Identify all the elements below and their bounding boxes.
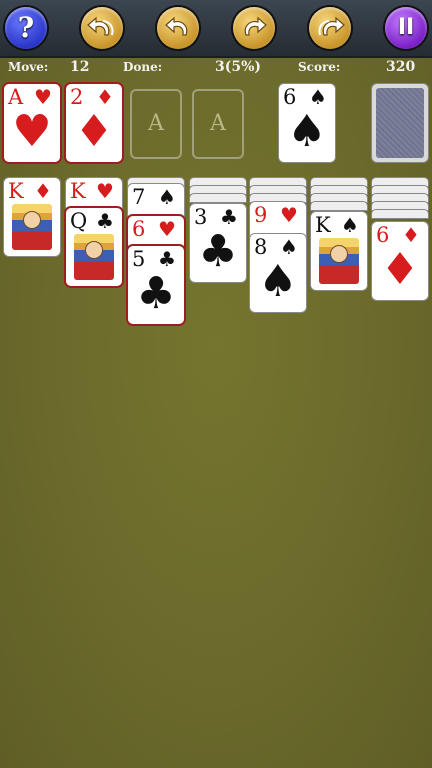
diamond-icon: ♦: [34, 179, 52, 203]
facedown-card-edge: [311, 194, 367, 202]
waste-card[interactable]: 6 ♠ ♠: [279, 84, 335, 162]
spade-icon: ♠: [158, 185, 176, 209]
toolbar: ? II: [0, 0, 432, 58]
double-undo-arrow-icon: [87, 16, 114, 36]
facedown-card-edge: [250, 194, 306, 202]
facedown-card-edge: [372, 202, 428, 210]
score-label: Score:: [298, 60, 341, 74]
heart-icon: ♥: [158, 217, 176, 241]
pause-button[interactable]: II: [385, 7, 427, 49]
card-rank: K: [70, 179, 86, 203]
undo-button[interactable]: [157, 7, 199, 49]
facedown-card-edge: [190, 178, 246, 186]
foundation-placeholder: A: [148, 111, 164, 136]
spade-icon: ♠: [287, 106, 327, 157]
tableau-card[interactable]: 3 ♣ ♣: [190, 204, 246, 282]
undo-arrow-icon: [165, 16, 188, 36]
score-value: 320: [386, 59, 416, 75]
heart-icon: ♥: [280, 203, 298, 227]
card-rank: 6: [132, 217, 146, 241]
card-rank: K: [8, 179, 24, 203]
club-icon: ♣: [96, 209, 114, 233]
stats-bar: Move: 12 Done: 3(5%) Score: 320: [0, 59, 432, 78]
double-redo-arrow-icon: [318, 16, 345, 36]
facedown-card-edge: [372, 186, 428, 194]
facedown-card-edge: [311, 202, 367, 210]
pause-icon: II: [397, 15, 415, 40]
facedown-card-edge: [311, 178, 367, 186]
king-portrait-icon: [12, 204, 52, 250]
diamond-icon: ♦: [74, 106, 114, 157]
move-label: Move:: [8, 60, 49, 74]
facedown-card-edge: [372, 210, 428, 218]
tableau-card[interactable]: K ♠: [311, 212, 367, 290]
facedown-card-edge: [190, 186, 246, 194]
redo-button[interactable]: [233, 7, 275, 49]
foundation-hearts[interactable]: A ♥ ♥: [4, 84, 60, 162]
move-count: 12: [70, 59, 90, 75]
spade-icon: ♠: [258, 256, 298, 307]
card-back-pattern: [376, 88, 424, 158]
king-portrait-icon: [319, 238, 359, 284]
facedown-card-edge: [372, 194, 428, 202]
foundation-slot-empty[interactable]: A: [192, 89, 244, 159]
card-rank: 9: [254, 203, 268, 227]
stock-pile[interactable]: [372, 84, 428, 162]
heart-icon: ♥: [96, 179, 114, 203]
help-button[interactable]: ?: [5, 7, 47, 49]
facedown-card-edge: [372, 178, 428, 186]
facedown-card-edge: [250, 186, 306, 194]
tableau-card[interactable]: Q ♣: [66, 208, 122, 286]
club-icon: ♣: [198, 226, 238, 277]
card-rank: Q: [70, 209, 88, 233]
done-label: Done:: [123, 60, 163, 74]
queen-portrait-icon: [74, 234, 114, 280]
diamond-icon: ♦: [380, 244, 420, 295]
foundation-placeholder: A: [210, 111, 226, 136]
heart-icon: ♥: [12, 106, 52, 157]
facedown-card-edge: [311, 186, 367, 194]
card-rank: K: [315, 213, 331, 237]
spade-icon: ♠: [341, 213, 359, 237]
foundation-diamonds[interactable]: 2 ♦ ♦: [66, 84, 122, 162]
tableau-card[interactable]: 5 ♣ ♣: [128, 246, 184, 324]
redo-all-button[interactable]: [309, 7, 351, 49]
tableau-card[interactable]: 8 ♠ ♠: [250, 234, 306, 312]
redo-arrow-icon: [244, 16, 267, 36]
facedown-card-edge: [250, 178, 306, 186]
undo-all-button[interactable]: [81, 7, 123, 49]
tableau-card[interactable]: 6 ♦ ♦: [372, 222, 428, 300]
foundation-slot-empty[interactable]: A: [130, 89, 182, 159]
card-rank: 7: [132, 185, 146, 209]
club-icon: ♣: [136, 268, 176, 319]
facedown-card-edge: [190, 194, 246, 202]
done-count: 3(5%): [215, 59, 262, 75]
question-icon: ?: [17, 11, 35, 44]
tableau-card[interactable]: K ♦: [4, 178, 60, 256]
